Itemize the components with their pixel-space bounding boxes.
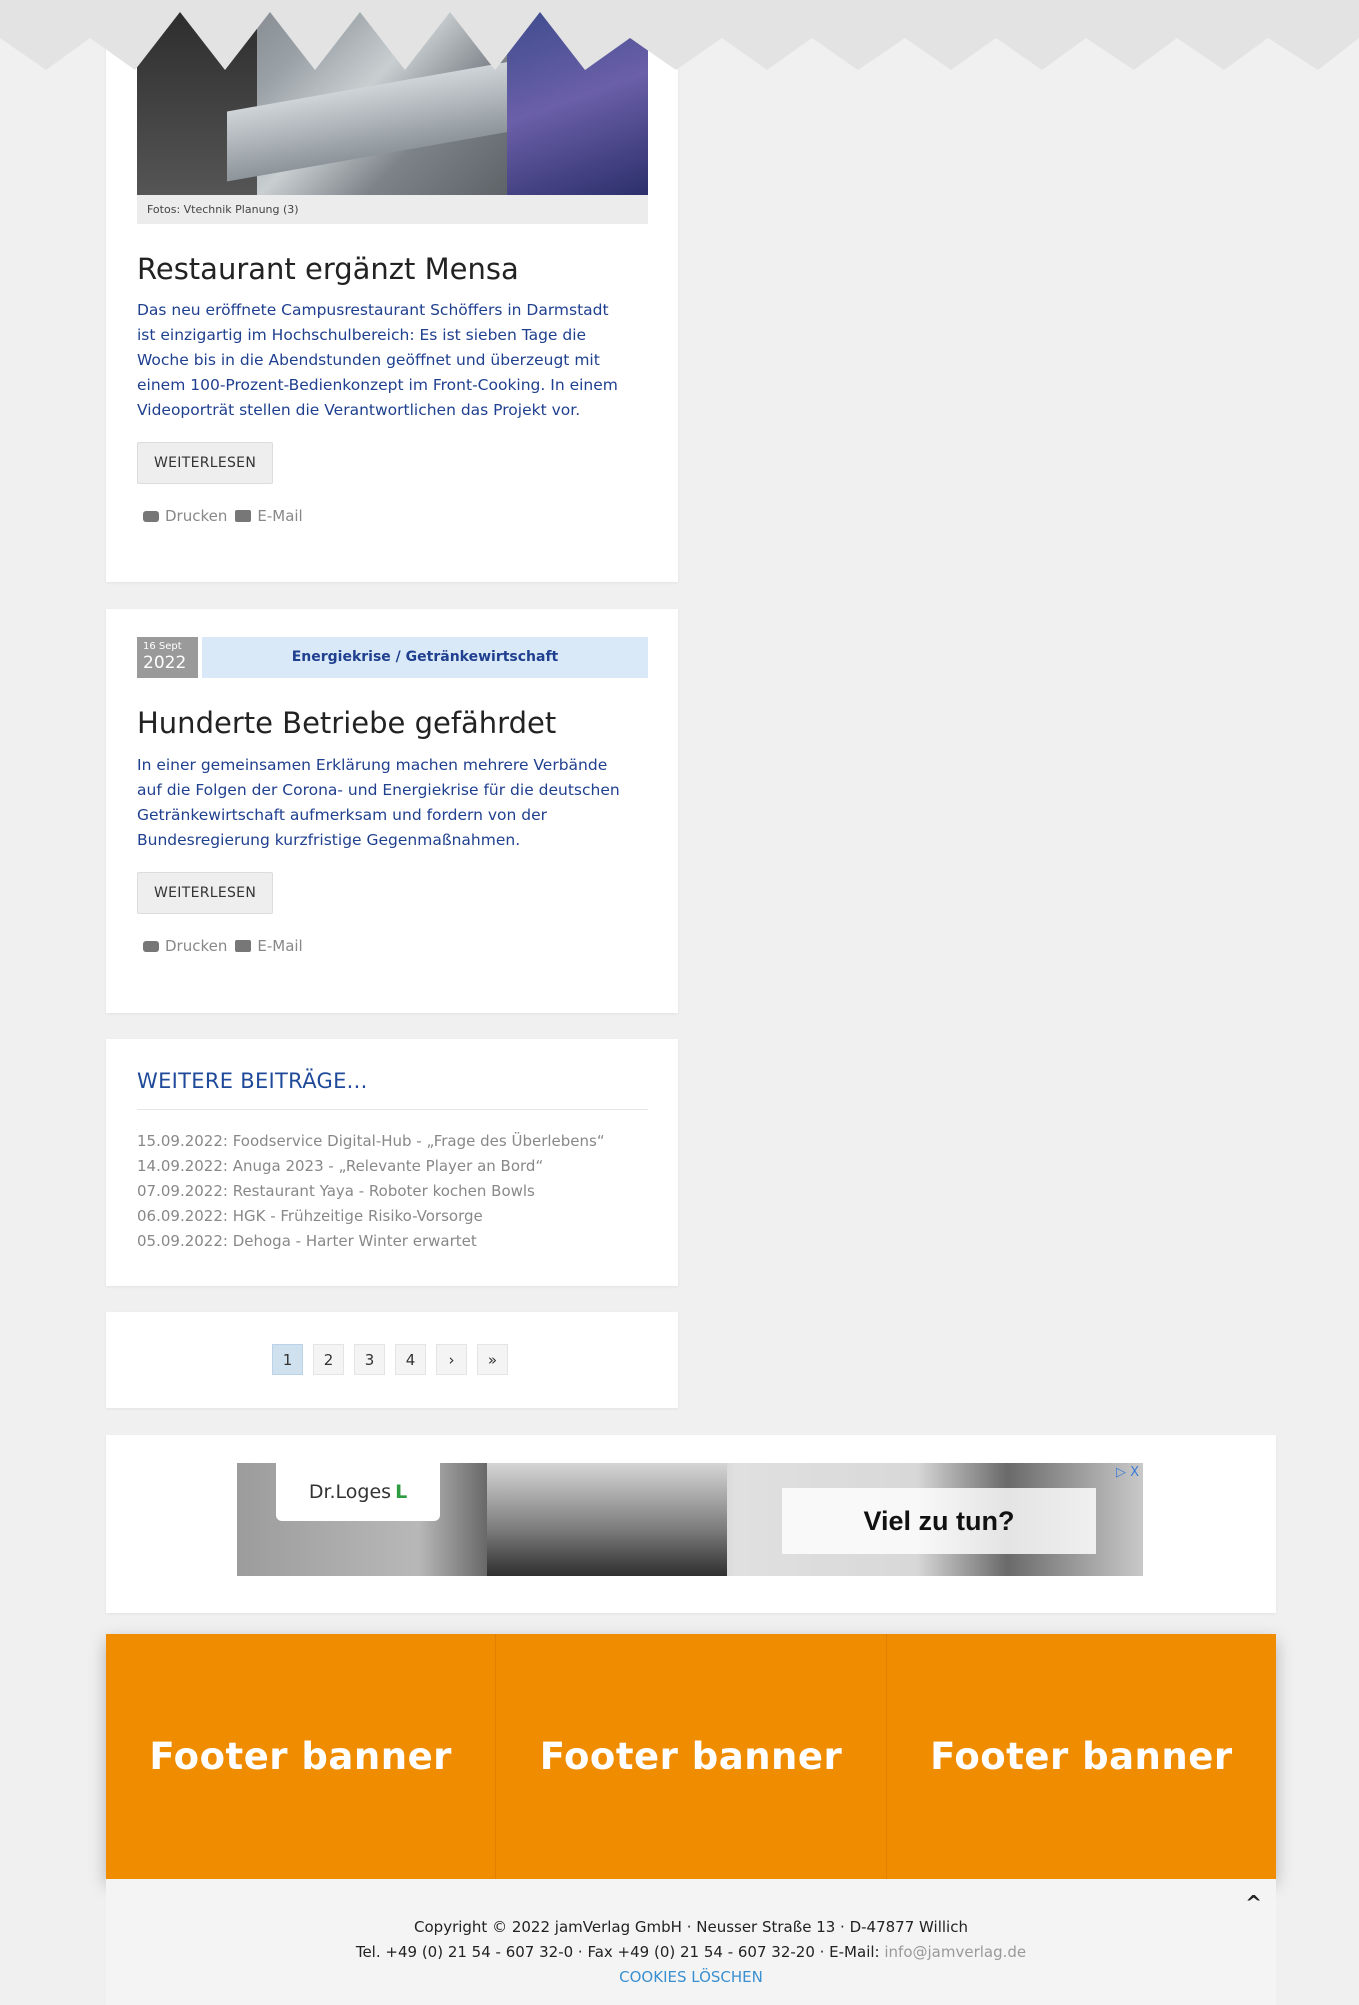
more-post-link[interactable]: 05.09.2022: Dehoga - Harter Winter erwar…	[137, 1229, 605, 1254]
photo-caption: Fotos: Vtechnik Planung (3)	[137, 195, 648, 224]
email-label: E-Mail	[257, 507, 303, 525]
more-posts-heading: WEITERE BEITRÄGE...	[137, 1069, 368, 1093]
advertisement-banner[interactable]: Dr.Loges L Viel zu tun? ▷ X	[237, 1463, 1143, 1576]
print-link[interactable]: Drucken	[143, 507, 227, 525]
cookies-line: COOKIES LÖSCHEN	[106, 1965, 1276, 1990]
more-post-link[interactable]: 15.09.2022: Foodservice Digital-Hub - „F…	[137, 1129, 605, 1154]
article-tools: Drucken E-Mail	[143, 507, 303, 525]
last-page-button[interactable]: »	[477, 1344, 508, 1375]
more-post-link[interactable]: 14.09.2022: Anuga 2023 - „Relevante Play…	[137, 1154, 605, 1179]
teaser-line: Woche bis in die Abendstunden geöffnet u…	[137, 351, 600, 369]
article-teaser: In einer gemeinsamen Erklärung machen me…	[137, 753, 657, 853]
pagination-card: 1 2 3 4 › »	[106, 1312, 678, 1408]
footer-banner[interactable]: Footer banner	[496, 1634, 887, 1879]
teaser-line: Getränkewirtschaft aufmerksam und forder…	[137, 806, 548, 824]
envelope-icon	[235, 940, 252, 952]
more-posts-card: WEITERE BEITRÄGE... 15.09.2022: Foodserv…	[106, 1039, 678, 1286]
contact-text: Tel. +49 (0) 21 54 - 607 32-0 · Fax +49 …	[355, 1943, 885, 1961]
site-footer: Copyright © 2022 jamVerlag GmbH · Neusse…	[106, 1879, 1276, 2005]
envelope-icon	[235, 510, 252, 522]
ad-headline: Viel zu tun?	[782, 1488, 1096, 1554]
footer-banner[interactable]: Footer banner	[886, 1634, 1276, 1879]
teaser-line: Das neu eröffnete Campusrestaurant Schöf…	[137, 301, 609, 319]
date-badge: 16 Sept 2022	[137, 637, 198, 678]
ad-brand-logo: Dr.Loges L	[276, 1463, 440, 1521]
print-link[interactable]: Drucken	[143, 937, 227, 955]
email-link[interactable]: E-Mail	[235, 507, 303, 525]
article-card: Fotos: Vtechnik Planung (3) Restaurant e…	[106, 0, 678, 582]
page-3-button[interactable]: 3	[354, 1344, 385, 1375]
article-tools: Drucken E-Mail	[143, 937, 303, 955]
email-link[interactable]: info@jamverlag.de	[884, 1943, 1026, 1961]
contact-line: Tel. +49 (0) 21 54 - 607 32-0 · Fax +49 …	[106, 1940, 1276, 1965]
pagination: 1 2 3 4 › »	[272, 1344, 508, 1375]
read-more-button[interactable]: WEITERLESEN	[137, 442, 274, 484]
teaser-line: In einer gemeinsamen Erklärung machen me…	[137, 756, 608, 774]
read-more-button[interactable]: WEITERLESEN	[137, 872, 274, 914]
more-post-link[interactable]: 06.09.2022: HGK - Frühzeitige Risiko-Vor…	[137, 1204, 605, 1229]
footer-banners: Footer banner Footer banner Footer banne…	[106, 1634, 1276, 1879]
date-year: 2022	[143, 653, 187, 673]
delete-cookies-link[interactable]: COOKIES LÖSCHEN	[619, 1968, 763, 1986]
print-label: Drucken	[165, 507, 228, 525]
ad-person-image	[487, 1463, 727, 1576]
teaser-line: einem 100-Prozent-Bedienkonzept im Front…	[137, 376, 618, 394]
zigzag-decoration	[0, 0, 1359, 70]
email-label: E-Mail	[257, 937, 303, 955]
next-page-button[interactable]: ›	[436, 1344, 467, 1375]
more-posts-list: 15.09.2022: Foodservice Digital-Hub - „F…	[137, 1129, 605, 1254]
more-post-link[interactable]: 07.09.2022: Restaurant Yaya - Roboter ko…	[137, 1179, 605, 1204]
teaser-line: ist einzigartig im Hochschulbereich: Es …	[137, 326, 587, 344]
teaser-line: Videoporträt stellen die Verantwortliche…	[137, 401, 581, 419]
footer-banner[interactable]: Footer banner	[106, 1634, 497, 1879]
article-title[interactable]: Restaurant ergänzt Mensa	[137, 252, 519, 286]
ad-brand-mark: L	[395, 1481, 408, 1503]
category-label[interactable]: Energiekrise / Getränkewirtschaft	[202, 637, 648, 678]
teaser-line: Bundesregierung kurzfristige Gegenmaßnah…	[137, 831, 521, 849]
article-card: 16 Sept 2022 Energiekrise / Getränkewirt…	[106, 609, 678, 1013]
date-day: 16 Sept	[143, 641, 182, 652]
article-title[interactable]: Hunderte Betriebe gefährdet	[137, 706, 556, 740]
back-to-top-icon[interactable]: ^	[1245, 1891, 1262, 1915]
print-label: Drucken	[165, 937, 228, 955]
printer-icon	[143, 510, 159, 522]
email-link[interactable]: E-Mail	[235, 937, 303, 955]
page-4-button[interactable]: 4	[395, 1344, 426, 1375]
ad-close-icon[interactable]: ▷ X	[1116, 1465, 1139, 1480]
teaser-line: auf die Folgen der Corona- und Energiekr…	[137, 781, 620, 799]
divider	[137, 1109, 648, 1110]
page-1-button[interactable]: 1	[272, 1344, 303, 1375]
printer-icon	[143, 940, 159, 952]
page-2-button[interactable]: 2	[313, 1344, 344, 1375]
copyright-text: Copyright © 2022 jamVerlag GmbH · Neusse…	[414, 1918, 968, 1936]
ad-card: Dr.Loges L Viel zu tun? ▷ X	[106, 1435, 1276, 1613]
ad-brand-name: Dr.Loges	[308, 1481, 392, 1503]
article-teaser: Das neu eröffnete Campusrestaurant Schöf…	[137, 298, 657, 423]
